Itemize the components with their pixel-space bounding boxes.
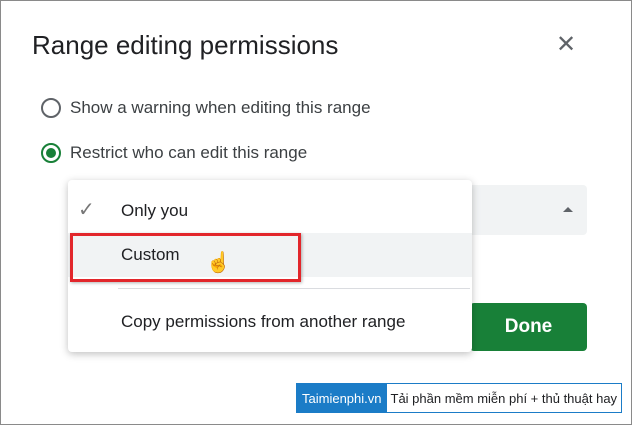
radio-restrict[interactable] (41, 143, 61, 163)
highlight-box (70, 233, 301, 282)
watermark-brand: Taimienphi.vn (297, 384, 387, 412)
watermark-tagline: Tải phần mềm miễn phí + thủ thuật hay (386, 384, 622, 412)
menu-divider (118, 288, 470, 289)
menu-item-only-you[interactable]: ✓ Only you (68, 189, 472, 233)
hand-cursor-icon: ☝ (206, 252, 231, 274)
done-button[interactable]: Done (470, 303, 587, 351)
menu-item-copy-permissions[interactable]: Copy permissions from another range (68, 300, 472, 344)
watermark: Taimienphi.vn Tải phần mềm miễn phí + th… (296, 383, 623, 413)
radio-label-show-warning: Show a warning when editing this range (70, 98, 371, 117)
radio-show-warning[interactable] (41, 98, 61, 118)
dialog-title: Range editing permissions (32, 30, 339, 60)
menu-item-label: Copy permissions from another range (121, 312, 406, 331)
menu-item-label: Only you (121, 201, 189, 220)
caret-up-icon (563, 207, 573, 212)
check-icon: ✓ (78, 199, 95, 221)
close-icon[interactable]: ✕ (554, 33, 578, 57)
radio-label-restrict: Restrict who can edit this range (70, 143, 308, 162)
